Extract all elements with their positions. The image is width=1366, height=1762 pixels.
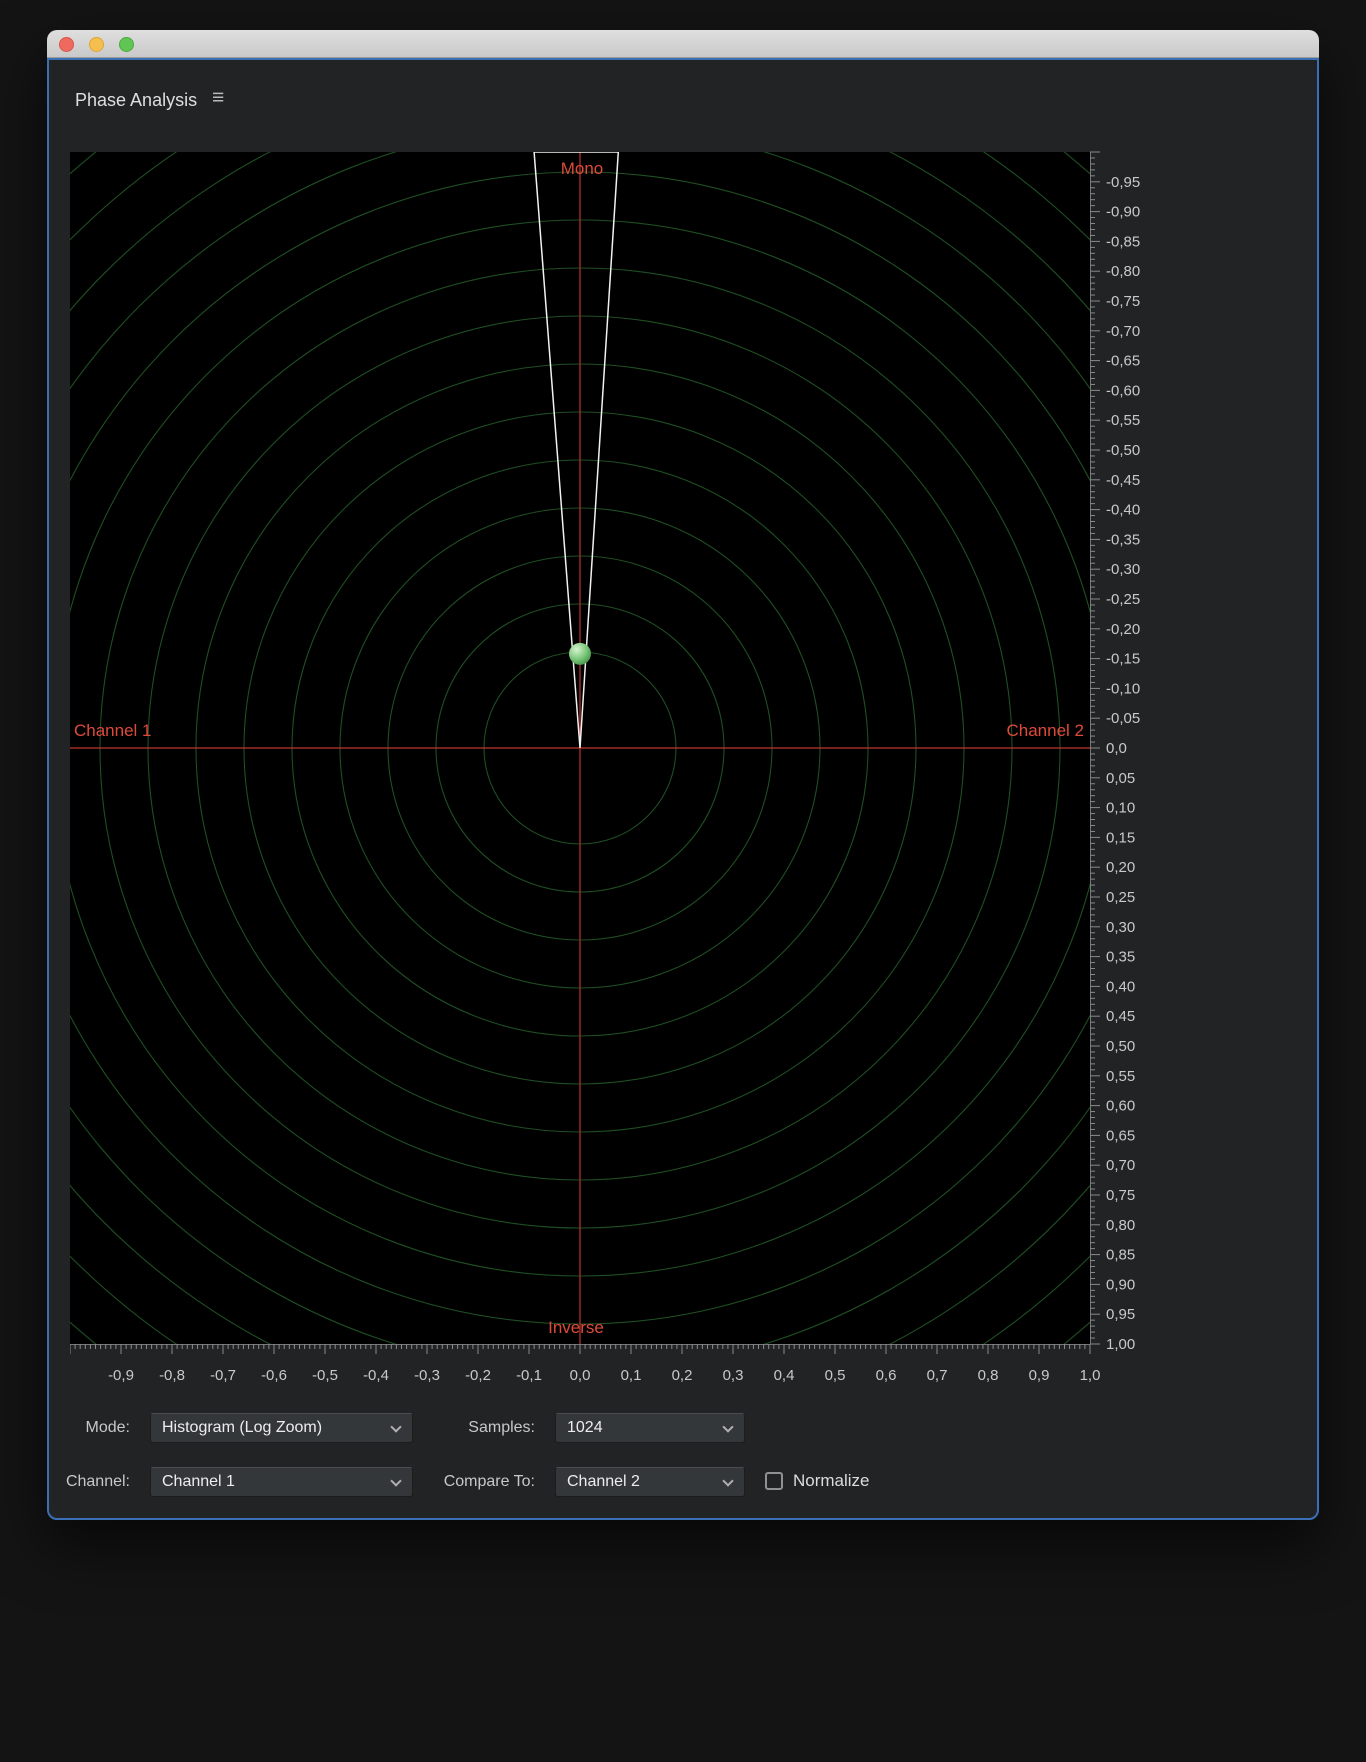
svg-text:-0,20: -0,20 bbox=[1106, 621, 1140, 638]
phase-analysis-window: Phase Analysis ≡ Mono Inverse Channel 1 Cha… bbox=[47, 30, 1319, 1520]
phase-analysis-panel: Phase Analysis ≡ Mono Inverse Channel 1 Cha… bbox=[47, 58, 1319, 1520]
svg-text:0,65: 0,65 bbox=[1106, 1127, 1135, 1144]
window-titlebar[interactable] bbox=[47, 30, 1319, 58]
chevron-down-icon bbox=[390, 1475, 402, 1487]
svg-text:Channel 1: Channel 1 bbox=[74, 721, 152, 740]
samples-value: 1024 bbox=[567, 1419, 603, 1436]
zoom-window-button[interactable] bbox=[119, 36, 134, 52]
svg-text:Inverse: Inverse bbox=[548, 1318, 604, 1337]
svg-text:-0,05: -0,05 bbox=[1106, 710, 1140, 727]
minimize-window-button[interactable] bbox=[89, 36, 104, 52]
svg-text:-0,2: -0,2 bbox=[465, 1367, 491, 1384]
svg-text:0,7: 0,7 bbox=[927, 1367, 948, 1384]
panel-title: Phase Analysis bbox=[75, 90, 198, 110]
svg-text:-0,3: -0,3 bbox=[414, 1367, 440, 1384]
channel-select[interactable]: Channel 1 bbox=[150, 1467, 413, 1497]
svg-text:0,8: 0,8 bbox=[978, 1367, 999, 1384]
mode-select[interactable]: Histogram (Log Zoom) bbox=[150, 1413, 413, 1443]
svg-text:0,9: 0,9 bbox=[1029, 1367, 1050, 1384]
svg-text:-0,75: -0,75 bbox=[1106, 293, 1140, 310]
svg-text:-0,4: -0,4 bbox=[363, 1367, 389, 1384]
svg-text:0,2: 0,2 bbox=[672, 1367, 693, 1384]
svg-text:-0,90: -0,90 bbox=[1106, 204, 1140, 221]
phase-plot: Mono Inverse Channel 1 Channel 2 bbox=[70, 152, 1090, 1344]
svg-text:0,45: 0,45 bbox=[1106, 1008, 1135, 1025]
svg-text:0,3: 0,3 bbox=[723, 1367, 744, 1384]
svg-text:-0,40: -0,40 bbox=[1106, 502, 1140, 519]
svg-text:-0,30: -0,30 bbox=[1106, 561, 1140, 578]
samples-label: Samples: bbox=[468, 1419, 535, 1436]
normalize-label[interactable]: Normalize bbox=[793, 1468, 870, 1494]
svg-text:-0,80: -0,80 bbox=[1106, 263, 1140, 280]
svg-text:-0,1: -0,1 bbox=[516, 1367, 542, 1384]
svg-text:-0,8: -0,8 bbox=[159, 1367, 185, 1384]
close-window-button[interactable] bbox=[59, 36, 74, 52]
svg-text:0,80: 0,80 bbox=[1106, 1217, 1135, 1234]
svg-text:-0,55: -0,55 bbox=[1106, 412, 1140, 429]
svg-text:0,70: 0,70 bbox=[1106, 1157, 1135, 1174]
svg-text:0,95: 0,95 bbox=[1106, 1306, 1135, 1323]
chevron-down-icon bbox=[722, 1421, 734, 1433]
chevron-down-icon bbox=[722, 1475, 734, 1487]
svg-text:-0,9: -0,9 bbox=[108, 1367, 134, 1384]
svg-text:0,10: 0,10 bbox=[1106, 800, 1135, 817]
chevron-down-icon bbox=[390, 1421, 402, 1433]
x-axis-ruler: -0,9 -0,8 -0,7 -0,6 -0,5 -0,4 -0,3 -0,2 -0,1 0,0 0… bbox=[70, 1344, 1101, 1384]
svg-text:0,40: 0,40 bbox=[1106, 978, 1135, 995]
normalize-checkbox[interactable] bbox=[765, 1472, 783, 1490]
svg-text:-0,85: -0,85 bbox=[1106, 233, 1140, 250]
compare-to-label: Compare To: bbox=[443, 1473, 535, 1490]
svg-text:-0,95: -0,95 bbox=[1106, 174, 1140, 191]
svg-text:-0,35: -0,35 bbox=[1106, 531, 1140, 548]
svg-text:0,0: 0,0 bbox=[1106, 740, 1127, 757]
svg-text:-0,70: -0,70 bbox=[1106, 323, 1140, 340]
samples-select[interactable]: 1024 bbox=[555, 1413, 745, 1443]
svg-text:0,85: 0,85 bbox=[1106, 1247, 1135, 1264]
svg-text:0,30: 0,30 bbox=[1106, 919, 1135, 936]
svg-text:-0,45: -0,45 bbox=[1106, 472, 1140, 489]
svg-text:0,60: 0,60 bbox=[1106, 1098, 1135, 1115]
svg-text:-0,7: -0,7 bbox=[210, 1367, 236, 1384]
channel-label: Channel: bbox=[65, 1473, 130, 1490]
svg-text:0,4: 0,4 bbox=[774, 1367, 795, 1384]
svg-text:-0,25: -0,25 bbox=[1106, 591, 1140, 608]
panel-menu-icon[interactable]: ≡ bbox=[212, 86, 224, 110]
svg-text:0,5: 0,5 bbox=[825, 1367, 846, 1384]
svg-text:-0,10: -0,10 bbox=[1106, 680, 1140, 697]
svg-text:-0,6: -0,6 bbox=[261, 1367, 287, 1384]
svg-text:0,1: 0,1 bbox=[621, 1367, 642, 1384]
svg-text:0,55: 0,55 bbox=[1106, 1068, 1135, 1085]
svg-text:0,90: 0,90 bbox=[1106, 1276, 1135, 1293]
compare-to-select[interactable]: Channel 2 bbox=[555, 1467, 745, 1497]
svg-text:0,50: 0,50 bbox=[1106, 1038, 1135, 1055]
y-axis-ruler: -0,95 -0,90 -0,85 -0,80 -0,75 -0,70 -0,65 -0,60… bbox=[1090, 151, 1140, 1353]
svg-text:1,0: 1,0 bbox=[1080, 1367, 1101, 1384]
svg-text:Mono: Mono bbox=[561, 159, 604, 178]
svg-text:0,05: 0,05 bbox=[1106, 770, 1135, 787]
mode-value: Histogram (Log Zoom) bbox=[162, 1419, 323, 1436]
mode-label: Mode: bbox=[85, 1419, 130, 1436]
svg-text:0,25: 0,25 bbox=[1106, 889, 1135, 906]
svg-text:0,35: 0,35 bbox=[1106, 949, 1135, 966]
svg-text:0,20: 0,20 bbox=[1106, 859, 1135, 876]
svg-text:-0,65: -0,65 bbox=[1106, 353, 1140, 370]
svg-text:-0,60: -0,60 bbox=[1106, 382, 1140, 399]
svg-text:-0,5: -0,5 bbox=[312, 1367, 338, 1384]
svg-text:-0,50: -0,50 bbox=[1106, 442, 1140, 459]
svg-text:-0,15: -0,15 bbox=[1106, 651, 1140, 668]
svg-text:0,6: 0,6 bbox=[876, 1367, 897, 1384]
compare-to-value: Channel 2 bbox=[567, 1473, 640, 1490]
svg-text:Channel 2: Channel 2 bbox=[1006, 721, 1084, 740]
channel-value: Channel 1 bbox=[162, 1473, 235, 1490]
svg-text:0,0: 0,0 bbox=[570, 1367, 591, 1384]
svg-text:0,15: 0,15 bbox=[1106, 829, 1135, 846]
svg-text:0,75: 0,75 bbox=[1106, 1187, 1135, 1204]
